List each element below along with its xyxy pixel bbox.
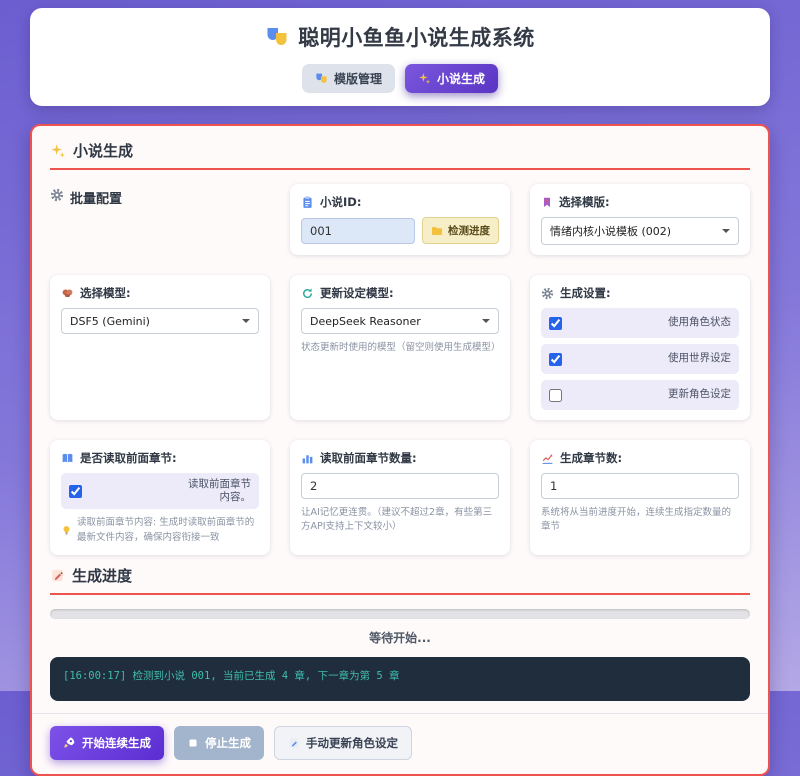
chapter-count-hint: 系统将从当前进度开始，连续生成指定数量的章节: [541, 506, 739, 535]
rocket-icon: [63, 736, 76, 749]
read-count-label: 读取前面章节数量:: [301, 450, 499, 466]
lightbulb-icon: [61, 516, 72, 545]
brain-icon: [61, 287, 74, 300]
option-use-world-setting: 使用世界设定: [541, 344, 739, 374]
tab-label: 模版管理: [334, 70, 382, 87]
model-selected-value: DSF5 (Gemini): [70, 315, 150, 328]
progress-bar: [50, 609, 750, 619]
book-icon: [61, 452, 74, 465]
model-panel: 选择模型: DSF5 (Gemini): [50, 275, 270, 420]
section-generation-progress: 生成进度: [50, 565, 750, 595]
chevron-down-icon: [242, 319, 250, 327]
section-novel-generation: 小说生成: [50, 140, 750, 170]
update-model-panel: 更新设定模型: DeepSeek Reasoner 状态更新时使用的模型（留空则…: [290, 275, 510, 420]
log-console: [16:00:17] 检测到小说 001, 当前已生成 4 章, 下一章为第 5…: [50, 657, 750, 701]
app-header: 聪明小鱼鱼小说生成系统 模版管理 小说生成: [30, 8, 770, 106]
detect-progress-button[interactable]: 检测进度: [422, 217, 499, 244]
clipboard-icon: [301, 196, 314, 209]
tab-novel-generation[interactable]: 小说生成: [405, 64, 498, 93]
stop-icon: [187, 737, 199, 749]
memo-icon: [50, 568, 65, 583]
generation-settings-panel: 生成设置: 使用角色状态 使用世界设定 更新角色设定: [530, 275, 750, 420]
template-selected-value: 情绪内核小说模板 (002): [550, 223, 671, 239]
read-count-hint: 让AI记忆更连贯。（建议不超过2章，有些第三方API支持上下文较小）: [301, 506, 499, 535]
action-buttons: 开始连续生成 停止生成 手动更新角色设定: [50, 726, 750, 760]
option-use-character-state: 使用角色状态: [541, 308, 739, 338]
template-select[interactable]: 情绪内核小说模板 (002): [541, 217, 739, 245]
use-character-state-checkbox[interactable]: [549, 317, 562, 330]
theater-masks-icon: [315, 72, 328, 85]
folder-icon: [431, 225, 443, 237]
section-title: 小说生成: [73, 140, 133, 161]
read-count-panel: 读取前面章节数量: 让AI记忆更连贯。（建议不超过2章，有些第三方API支持上下…: [290, 440, 510, 555]
log-line: [16:00:17] 检测到小说 001, 当前已生成 4 章, 下一章为第 5…: [63, 670, 400, 682]
read-previous-check-row: 读取前面章节内容。: [61, 473, 259, 509]
start-generation-button[interactable]: 开始连续生成: [50, 726, 164, 760]
model-label: 选择模型:: [61, 285, 259, 301]
memo-icon: [288, 737, 300, 749]
chapter-count-label: 生成章节数:: [541, 450, 739, 466]
batch-config-label: 批量配置: [50, 184, 270, 255]
template-label: 选择模版:: [541, 194, 739, 210]
novel-generation-card: 小说生成 批量配置 小说ID: 检测进度: [30, 124, 770, 776]
refresh-icon: [301, 287, 314, 300]
generation-settings-label: 生成设置:: [541, 285, 739, 301]
chapter-count-input[interactable]: [541, 473, 739, 499]
tab-label: 小说生成: [437, 70, 485, 87]
template-panel: 选择模版: 情绪内核小说模板 (002): [530, 184, 750, 255]
gear-icon: [541, 287, 554, 300]
gear-icon: [50, 188, 64, 202]
chart-up-icon: [541, 452, 554, 465]
config-grid: 批量配置 小说ID: 检测进度: [50, 184, 750, 555]
update-model-select[interactable]: DeepSeek Reasoner: [301, 308, 499, 334]
chevron-down-icon: [482, 319, 490, 327]
tab-template-management[interactable]: 模版管理: [302, 64, 395, 93]
use-world-setting-checkbox[interactable]: [549, 353, 562, 366]
progress-status: 等待开始...: [50, 629, 750, 646]
sparkles-icon: [418, 72, 431, 85]
read-count-input[interactable]: [301, 473, 499, 499]
theater-masks-icon: [265, 25, 289, 49]
novel-id-input[interactable]: [301, 218, 415, 244]
update-model-label: 更新设定模型:: [301, 285, 499, 301]
update-model-hint: 状态更新时使用的模型（留空则使用生成模型）: [301, 341, 499, 355]
update-character-setting-checkbox[interactable]: [549, 389, 562, 402]
app-title-text: 聪明小鱼鱼小说生成系统: [298, 22, 535, 52]
chevron-down-icon: [722, 229, 730, 237]
read-previous-hint: 读取前面章节内容: 生成时读取前面章节的最新文件内容，确保内容衔接一致: [61, 516, 259, 545]
chapter-count-panel: 生成章节数: 系统将从当前进度开始，连续生成指定数量的章节: [530, 440, 750, 555]
page-title: 聪明小鱼鱼小说生成系统: [30, 22, 770, 52]
novel-id-label: 小说ID:: [301, 194, 499, 210]
read-previous-label: 是否读取前面章节:: [61, 450, 259, 466]
bar-chart-icon: [301, 452, 314, 465]
sparkles-icon: [50, 143, 66, 159]
update-model-selected-value: DeepSeek Reasoner: [310, 315, 421, 328]
section-title: 生成进度: [72, 565, 132, 586]
bookmark-icon: [541, 196, 553, 209]
option-update-character-setting: 更新角色设定: [541, 380, 739, 410]
stop-generation-button[interactable]: 停止生成: [174, 726, 264, 760]
actions-divider: [32, 713, 768, 714]
manual-update-character-button[interactable]: 手动更新角色设定: [274, 726, 412, 760]
main-tabs: 模版管理 小说生成: [30, 64, 770, 93]
novel-id-panel: 小说ID: 检测进度: [290, 184, 510, 255]
read-previous-checkbox[interactable]: [69, 485, 82, 498]
read-previous-panel: 是否读取前面章节: 读取前面章节内容。 读取前面章节内容: 生成时读取前面章节的…: [50, 440, 270, 555]
model-select[interactable]: DSF5 (Gemini): [61, 308, 259, 334]
